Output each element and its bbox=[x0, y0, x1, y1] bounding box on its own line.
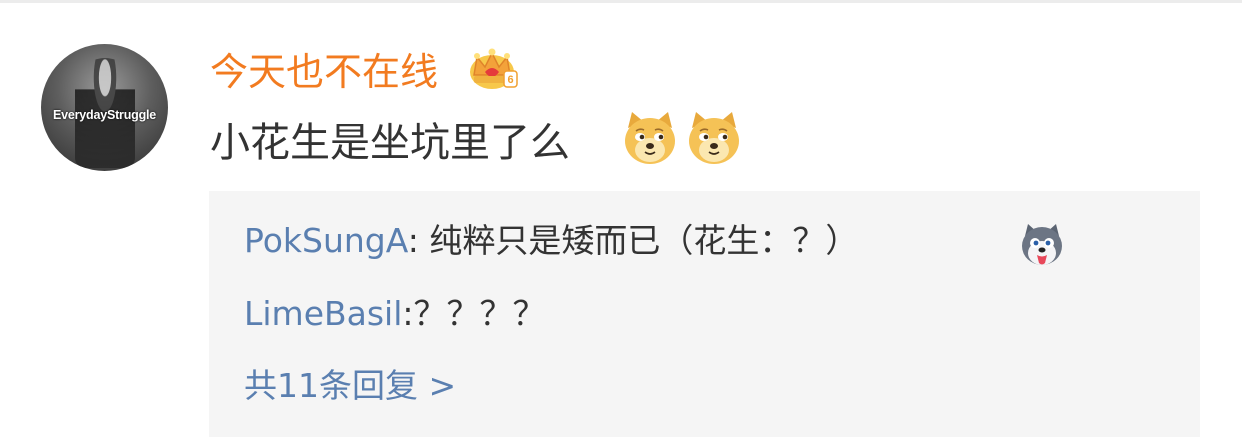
reply-author[interactable]: PokSungA bbox=[244, 221, 408, 260]
reply-author[interactable]: LimeBasil bbox=[244, 294, 402, 333]
avatar-text: EverydayStruggle bbox=[52, 108, 157, 122]
reply-text: 纯粹只是矮而已（花生：？） bbox=[429, 221, 859, 260]
reply-separator: : bbox=[407, 221, 430, 260]
more-replies-link[interactable]: 共11条回复 > bbox=[244, 363, 456, 409]
reply-separator: : bbox=[402, 294, 414, 333]
top-divider bbox=[0, 0, 1242, 3]
comment-text: 小花生是坐坑里了么 bbox=[210, 120, 570, 166]
crown-icon[interactable]: 6 bbox=[468, 45, 518, 91]
reply-box[interactable]: PokSungA: 纯粹只是矮而已（花生：？） LimeBasil:？？？？ 共… bbox=[209, 191, 1200, 437]
avatar[interactable]: EverydayStruggle bbox=[41, 44, 168, 171]
comment-username[interactable]: 今天也不在线 bbox=[210, 46, 438, 98]
svg-text:6: 6 bbox=[507, 74, 513, 86]
doge-icon bbox=[625, 112, 675, 164]
husky-icon bbox=[1022, 224, 1062, 265]
reply-item: PokSungA: 纯粹只是矮而已（花生：？） bbox=[244, 218, 858, 264]
reply-item: LimeBasil:？？？？ bbox=[244, 291, 546, 337]
reply-text: ？？？？ bbox=[413, 294, 546, 333]
doge-icon bbox=[689, 112, 739, 164]
